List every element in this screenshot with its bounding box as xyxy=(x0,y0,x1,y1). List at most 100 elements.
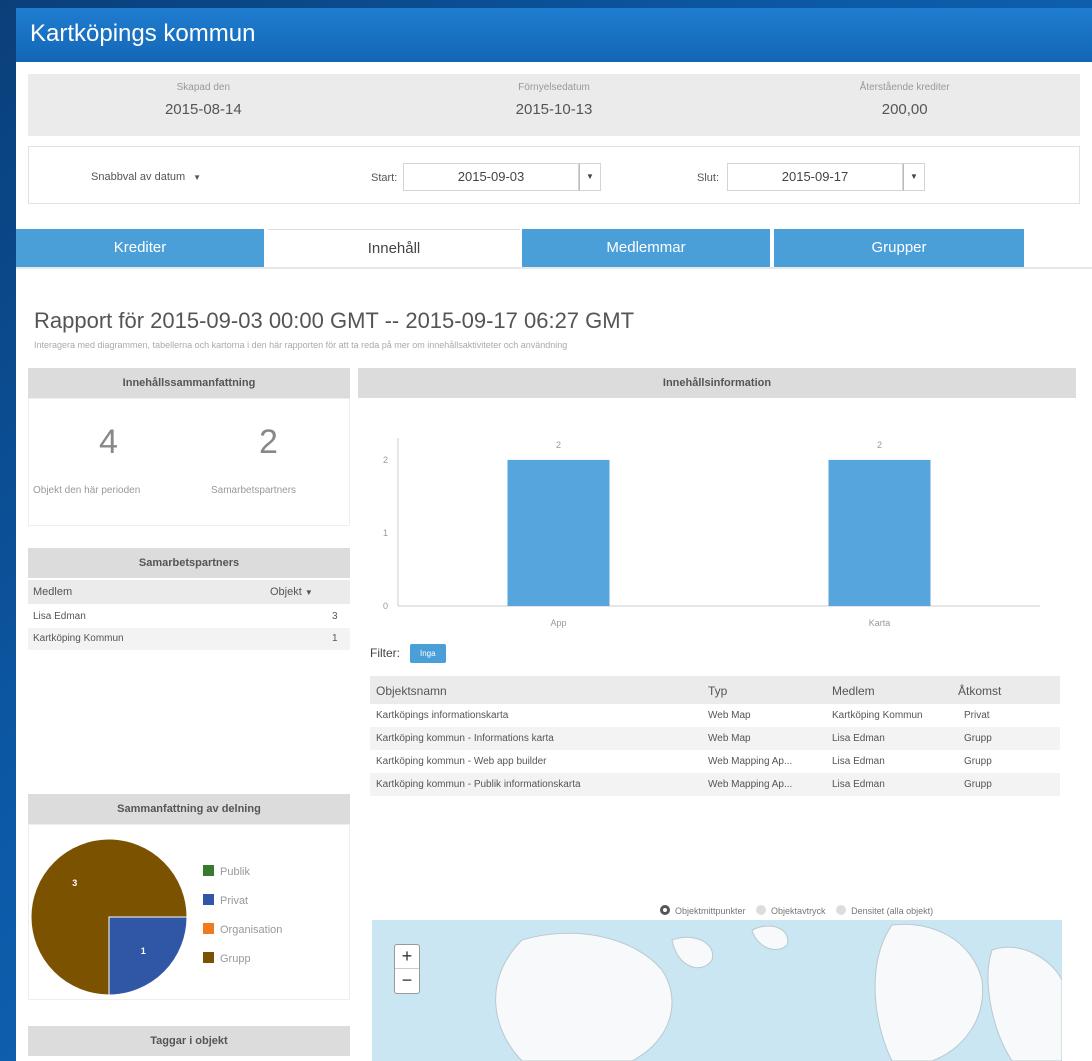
stat-label: Förnyelsedatum xyxy=(518,82,590,93)
y-tick-label: 1 xyxy=(383,528,388,538)
object-type: Web Map xyxy=(708,710,751,721)
table-header-row: Objektsnamn Typ Medlem Åtkomst xyxy=(370,676,1060,704)
x-tick-label: Karta xyxy=(869,618,891,628)
object-access: Grupp xyxy=(964,756,992,767)
end-date-dropdown-icon[interactable]: ▼ xyxy=(903,163,925,191)
object-access: Grupp xyxy=(964,779,992,790)
sharing-panel: 13 Publik Privat Organisation Grupp xyxy=(28,824,350,1000)
object-member: Lisa Edman xyxy=(832,756,885,767)
legend-swatch xyxy=(203,865,214,876)
x-tick-label: App xyxy=(550,618,566,628)
zoom-in-button[interactable]: + xyxy=(395,945,419,969)
radio-density[interactable] xyxy=(836,905,847,915)
partner-objects: 1 xyxy=(332,633,338,644)
object-access: Grupp xyxy=(964,733,992,744)
partner-member: Kartköping Kommun xyxy=(33,633,124,644)
report-title: Rapport för 2015-09-03 00:00 GMT -- 2015… xyxy=(34,308,635,333)
y-tick-label: 2 xyxy=(383,455,388,465)
table-row[interactable]: Kartköping kommun - Publik informationsk… xyxy=(370,773,1060,796)
radio-footprints[interactable] xyxy=(756,905,767,915)
radio-label: Objektavtryck xyxy=(771,906,826,916)
partners-label: Samarbetspartners xyxy=(211,485,297,496)
tags-header: Taggar i objekt xyxy=(28,1026,350,1056)
start-label: Start: xyxy=(371,172,398,184)
tab-credits[interactable]: Krediter xyxy=(16,229,264,267)
subscription-stats: Skapad den 2015-08-14 Förnyelsedatum 201… xyxy=(28,74,1080,136)
object-type: Web Mapping Ap... xyxy=(708,756,793,767)
col-type[interactable]: Typ xyxy=(708,684,727,698)
legend-label: Publik xyxy=(220,866,250,878)
filter-pill[interactable]: Inga xyxy=(410,644,446,663)
bar-data-label: 2 xyxy=(877,440,882,450)
stat-value: 2015-08-14 xyxy=(164,101,242,118)
radio-label: Objektmittpunkter xyxy=(675,906,746,916)
legend-organisation[interactable]: Organisation xyxy=(203,923,282,936)
filter-label: Filter: xyxy=(370,646,400,660)
stat-value: 200,00 xyxy=(881,101,928,118)
zoom-out-button[interactable]: − xyxy=(395,969,419,993)
radio-label: Densitet (alla objekt) xyxy=(851,906,934,916)
objects-count: 4 xyxy=(99,423,118,461)
tab-members[interactable]: Medlemmar xyxy=(522,229,770,267)
col-member[interactable]: Medlem xyxy=(33,586,72,598)
quick-date-label: Snabbval av datum xyxy=(91,171,186,183)
tab-content[interactable]: Innehåll xyxy=(268,229,520,267)
content-summary-panel: 4 2 Objekt den här perioden Samarbetspar… xyxy=(28,398,350,526)
map-zoom-control: + − xyxy=(394,944,420,994)
object-access: Privat xyxy=(964,710,990,721)
sharing-pie-chart: 13 xyxy=(30,838,188,996)
col-objects[interactable]: Objekt ▼ xyxy=(270,586,313,598)
map-landmass xyxy=(495,923,1062,1061)
object-member: Lisa Edman xyxy=(832,733,885,744)
objects-label: Objekt den här perioden xyxy=(33,485,141,496)
partners-header: Samarbetspartners xyxy=(28,548,350,578)
tab-groups[interactable]: Grupper xyxy=(774,229,1024,267)
object-member: Kartköping Kommun xyxy=(832,710,923,721)
legend-swatch xyxy=(203,894,214,905)
start-date-input[interactable]: 2015-09-03 xyxy=(403,163,579,191)
sharing-header: Sammanfattning av delning xyxy=(28,794,350,824)
start-date-dropdown-icon[interactable]: ▼ xyxy=(579,163,601,191)
sort-desc-icon: ▼ xyxy=(304,588,313,597)
legend-privat[interactable]: Privat xyxy=(203,894,248,907)
col-object-name[interactable]: Objektsnamn xyxy=(376,684,447,698)
end-date-input[interactable]: 2015-09-17 xyxy=(727,163,903,191)
table-row[interactable]: Kartköping kommun - Web app builder Web … xyxy=(370,750,1060,773)
table-row[interactable]: Kartköping kommun - Informations karta W… xyxy=(370,727,1060,750)
stat-label: Återstående krediter xyxy=(859,82,950,93)
bar-app xyxy=(507,459,610,606)
report-subtitle: Interagera med diagrammen, tabellerna oc… xyxy=(34,340,568,350)
pie-slice-privat xyxy=(108,916,188,996)
quick-date-dropdown[interactable]: Snabbval av datum ▼ xyxy=(91,171,201,183)
col-member[interactable]: Medlem xyxy=(832,684,875,698)
content-map[interactable]: + − xyxy=(372,920,1062,1061)
object-name: Kartköpings informationskarta xyxy=(376,710,509,721)
partner-objects: 3 xyxy=(332,611,338,622)
table-row[interactable]: Kartköpings informationskarta Web Map Ka… xyxy=(370,704,1060,727)
legend-label: Grupp xyxy=(220,953,251,965)
table-row[interactable]: Lisa Edman 3 xyxy=(28,606,350,628)
radio-centroids[interactable] xyxy=(660,905,670,915)
table-row[interactable]: Kartköping Kommun 1 xyxy=(28,628,350,650)
end-label: Slut: xyxy=(697,172,720,184)
object-name: Kartköping kommun - Publik informationsk… xyxy=(376,779,581,790)
object-member: Lisa Edman xyxy=(832,779,885,790)
legend-label: Organisation xyxy=(220,924,283,936)
stat-renewal: Förnyelsedatum 2015-10-13 xyxy=(379,74,730,136)
legend-grupp[interactable]: Grupp xyxy=(203,952,251,965)
partners-table-header: Medlem Objekt ▼ xyxy=(28,580,350,604)
filter-bar: Filter: Inga xyxy=(370,644,446,663)
objects-table: Objektsnamn Typ Medlem Åtkomst Kartköpin… xyxy=(370,676,1060,796)
legend-label: Privat xyxy=(220,895,249,907)
legend-publik[interactable]: Publik xyxy=(203,865,250,878)
legend-swatch xyxy=(203,952,214,963)
bar-karta xyxy=(828,459,931,606)
partner-member: Lisa Edman xyxy=(33,611,86,622)
object-name: Kartköping kommun - Informations karta xyxy=(376,733,554,744)
date-range-bar: Snabbval av datum ▼ Start: 2015-09-03 ▼ S… xyxy=(28,146,1080,204)
stat-created: Skapad den 2015-08-14 xyxy=(28,74,379,136)
app-window: Kartköpings kommun Skapad den 2015-08-14… xyxy=(16,8,1092,1061)
content-bar-chart: 0 1 2 2 App 2 Karta xyxy=(383,438,1040,628)
content-info-header: Innehållsinformation xyxy=(358,368,1076,398)
col-access[interactable]: Åtkomst xyxy=(958,684,1001,698)
